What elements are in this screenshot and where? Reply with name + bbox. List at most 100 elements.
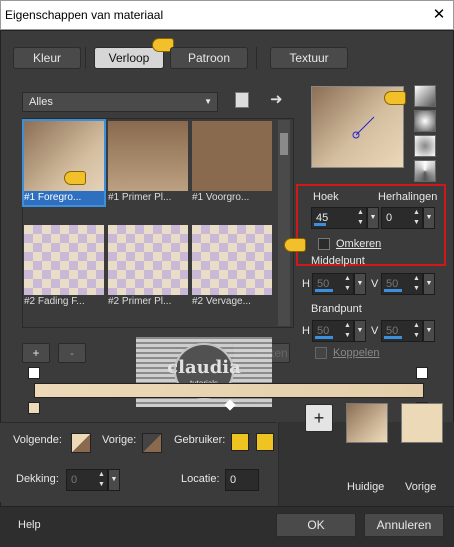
background-stop-button[interactable] — [142, 433, 162, 453]
middelpunt-v-label: V — [371, 278, 379, 290]
gallery-item[interactable]: #2 Primer Pl... — [108, 225, 188, 309]
locatie-value: 0 — [230, 474, 237, 486]
user-color-swatch[interactable] — [231, 433, 249, 451]
opacity-stop-right[interactable] — [416, 367, 428, 379]
gallery-item-label: #1 Voorgro... — [192, 191, 272, 205]
gallery-filter-dropdown[interactable]: Alles ▼ — [22, 92, 218, 112]
gallery-item-label: #2 Primer Pl... — [108, 295, 188, 309]
foreground-stop-button[interactable] — [71, 433, 91, 453]
vorige-label: Vorige: — [102, 434, 137, 446]
omkeren-checkbox[interactable] — [318, 238, 330, 250]
middelpunt-v-level — [384, 289, 402, 292]
brandpunt-h-level — [315, 336, 333, 339]
huidige-label: Huidige — [347, 481, 385, 493]
document-list-icon[interactable] — [235, 92, 249, 108]
gallery-item[interactable]: #1 Voorgro... — [192, 121, 272, 205]
middelpunt-h-level — [315, 289, 333, 292]
current-gradient-swatch[interactable] — [346, 403, 388, 443]
chevron-down-icon[interactable]: ▼ — [423, 320, 435, 342]
brandpunt-v-label: V — [371, 325, 379, 337]
watermark-text: claudia — [167, 357, 241, 378]
gallery-item[interactable]: #2 Vervage... — [192, 225, 272, 309]
pointing-hand-icon — [384, 91, 406, 105]
help-link[interactable]: Help — [18, 519, 41, 531]
gradient-bar[interactable] — [34, 383, 424, 398]
add-to-gallery-button[interactable]: + — [305, 404, 333, 432]
brandpunt-v-level — [384, 336, 402, 339]
tab-kleur[interactable]: Kleur — [13, 47, 81, 69]
spinner-arrows-icon[interactable]: ▲ ▼ — [411, 321, 422, 341]
middelpunt-v-input[interactable]: 50 ▲ ▼ — [381, 273, 423, 295]
middelpunt-h-input[interactable]: 50 ▲ ▼ — [312, 273, 354, 295]
linear-gradient-type-button[interactable] — [414, 85, 436, 107]
brandpunt-v-input[interactable]: 50 ▲ ▼ — [381, 320, 423, 342]
dekking-label: Dekking: — [16, 473, 59, 485]
gallery-item[interactable]: #1 Primer Pl... — [108, 121, 188, 205]
volgende-label: Volgende: — [13, 434, 62, 446]
gallery-item-label: #1 Primer Pl... — [108, 191, 188, 205]
chevron-down-icon[interactable]: ▼ — [108, 469, 120, 491]
tab-separator — [85, 47, 86, 69]
brandpunt-h-input[interactable]: 50 ▲ ▼ — [312, 320, 354, 342]
hoek-input[interactable]: 45 ▲ ▼ — [311, 207, 367, 229]
spinner-arrows-icon[interactable]: ▲ ▼ — [411, 208, 422, 228]
chevron-down-icon[interactable]: ▼ — [423, 207, 435, 229]
radial-gradient-type-button[interactable] — [414, 160, 436, 182]
brandpunt-label: Brandpunt — [311, 303, 362, 315]
gradient-preview[interactable] — [311, 86, 406, 168]
scrollbar-thumb[interactable] — [280, 133, 288, 155]
locatie-label: Locatie: — [181, 473, 220, 485]
pointing-hand-icon — [284, 238, 306, 252]
gallery-item[interactable]: #2 Fading F... — [24, 225, 104, 309]
chevron-down-icon[interactable]: ▼ — [367, 207, 379, 229]
spinner-arrows-icon[interactable]: ▲ ▼ — [342, 321, 353, 341]
window-title: Eigenschappen van materiaal — [5, 8, 164, 22]
spinner-arrows-icon[interactable]: ▲ ▼ — [411, 274, 422, 294]
koppelen-checkbox[interactable] — [315, 347, 327, 359]
gallery-item-label: #1 Foregro... — [24, 191, 104, 205]
koppelen-label: Koppelen — [333, 347, 380, 359]
opacity-stop-left[interactable] — [28, 367, 40, 379]
middelpunt-h-label: H — [302, 278, 310, 290]
herhalingen-value: 0 — [386, 212, 393, 224]
add-gradient-button[interactable]: + — [22, 343, 50, 363]
ok-button[interactable]: OK — [276, 513, 356, 537]
spinner-arrows-icon[interactable]: ▲ ▼ — [96, 470, 107, 490]
arrow-right-icon[interactable]: ➜ — [270, 90, 283, 108]
color-stop-left[interactable] — [28, 402, 40, 414]
chevron-down-icon[interactable]: ▼ — [354, 273, 366, 295]
user-color-picker[interactable] — [256, 433, 274, 451]
chevron-down-icon[interactable]: ▼ — [423, 273, 435, 295]
gallery-filter-value: Alles — [29, 96, 53, 108]
dekking-input[interactable]: 0 ▲ ▼ — [66, 469, 108, 491]
herhalingen-input[interactable]: 0 ▲ ▼ — [381, 207, 423, 229]
tab-textuur[interactable]: Textuur — [270, 47, 348, 69]
gallery-item-label: #2 Fading F... — [24, 295, 104, 309]
spinner-arrows-icon[interactable]: ▲ ▼ — [342, 274, 353, 294]
spinner-arrows-icon[interactable]: ▲ ▼ — [355, 208, 366, 228]
previous-gradient-swatch[interactable] — [401, 403, 443, 443]
tab-patroon[interactable]: Patroon — [170, 47, 248, 69]
pointing-hand-icon — [64, 171, 86, 185]
remove-gradient-button[interactable]: - — [58, 343, 86, 363]
gallery-item-label: #2 Vervage... — [192, 295, 272, 309]
rectangular-gradient-type-button[interactable] — [414, 110, 436, 132]
cancel-button[interactable]: Annuleren — [364, 513, 444, 537]
middelpunt-label: Middelpunt — [311, 255, 365, 267]
vorige-swatch-label: Vorige — [405, 481, 437, 493]
hoek-level — [314, 223, 326, 226]
sunburst-gradient-type-button[interactable] — [414, 135, 436, 157]
dekking-value: 0 — [71, 474, 78, 486]
chevron-down-icon: ▼ — [204, 97, 212, 106]
locatie-input[interactable]: 0 — [225, 469, 259, 491]
herhalingen-label: Herhalingen — [378, 191, 438, 203]
gebruiker-label: Gebruiker: — [174, 434, 226, 446]
gallery-item[interactable]: #1 Foregro... — [22, 119, 106, 207]
tab-separator — [256, 47, 257, 69]
close-icon[interactable]: ✕ — [431, 7, 447, 23]
hoek-label: Hoek — [313, 191, 339, 203]
title-bar: Eigenschappen van materiaal ✕ — [0, 0, 454, 30]
chevron-down-icon[interactable]: ▼ — [354, 320, 366, 342]
brandpunt-h-label: H — [302, 325, 310, 337]
omkeren-label: Omkeren — [336, 238, 382, 250]
